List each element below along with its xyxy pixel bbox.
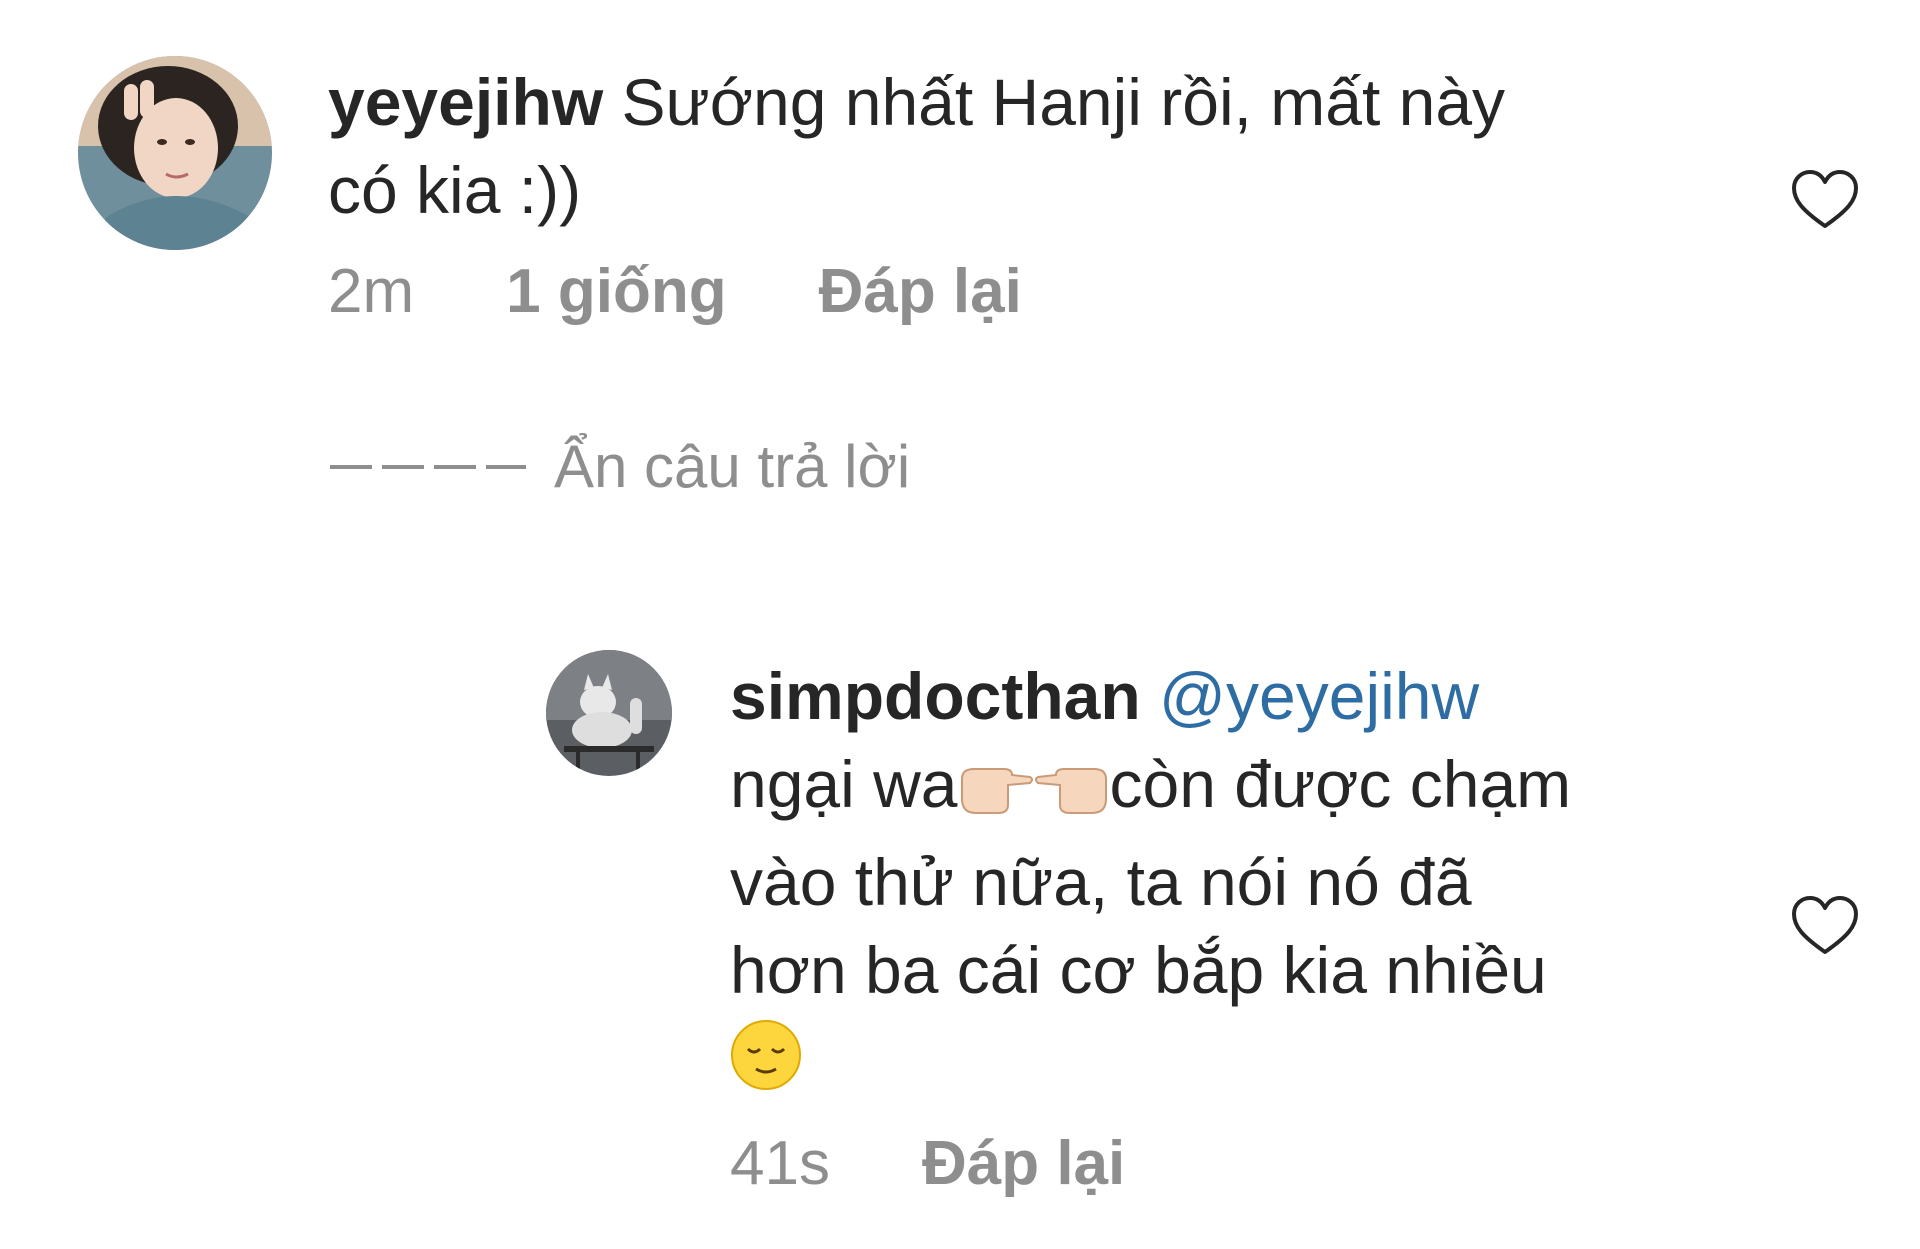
comment-meta: 2m 1 giống Đáp lại: [328, 256, 1022, 327]
backhand-index-pointing-right-icon: [958, 750, 1034, 838]
heart-outline-icon: [1792, 170, 1858, 228]
avatar[interactable]: [78, 56, 272, 250]
dog-statue-avatar-icon: [546, 650, 672, 776]
reply-button[interactable]: Đáp lại: [922, 1128, 1125, 1199]
heart-outline-icon: [1792, 896, 1858, 954]
comment-text-start: ngại wa: [730, 747, 958, 821]
comment-username[interactable]: yeyejihw: [328, 65, 603, 139]
comment-body: yeyejihw Sướng nhất Hanji rồi, mất này c…: [328, 58, 1508, 234]
comment-time: 41s: [730, 1129, 830, 1198]
like-button[interactable]: [1790, 894, 1860, 958]
avatar[interactable]: [546, 650, 672, 776]
comment-meta: 41s Đáp lại: [730, 1128, 1125, 1199]
comment-body: simpdocthan @yeyejihw ngại wa còn được ch…: [730, 652, 1590, 1112]
comment-time: 2m: [328, 257, 415, 326]
user-avatar-photo-icon: [78, 56, 272, 250]
reply-button[interactable]: Đáp lại: [819, 256, 1022, 327]
likes-count-button[interactable]: 1 giống: [506, 256, 726, 327]
comment-username[interactable]: simpdocthan: [730, 659, 1141, 733]
relieved-face-icon: [730, 1019, 802, 1112]
comment-yeyejihw: yeyejihw Sướng nhất Hanji rồi, mất này c…: [0, 0, 1920, 420]
mention-link[interactable]: @yeyejihw: [1159, 659, 1479, 733]
like-button[interactable]: [1790, 168, 1860, 232]
hide-replies-label: Ẩn câu trả lời: [554, 433, 911, 500]
divider-dash: [330, 464, 526, 469]
hide-replies-button[interactable]: Ẩn câu trả lời: [330, 432, 910, 501]
backhand-index-pointing-right-icon: [1034, 750, 1110, 838]
